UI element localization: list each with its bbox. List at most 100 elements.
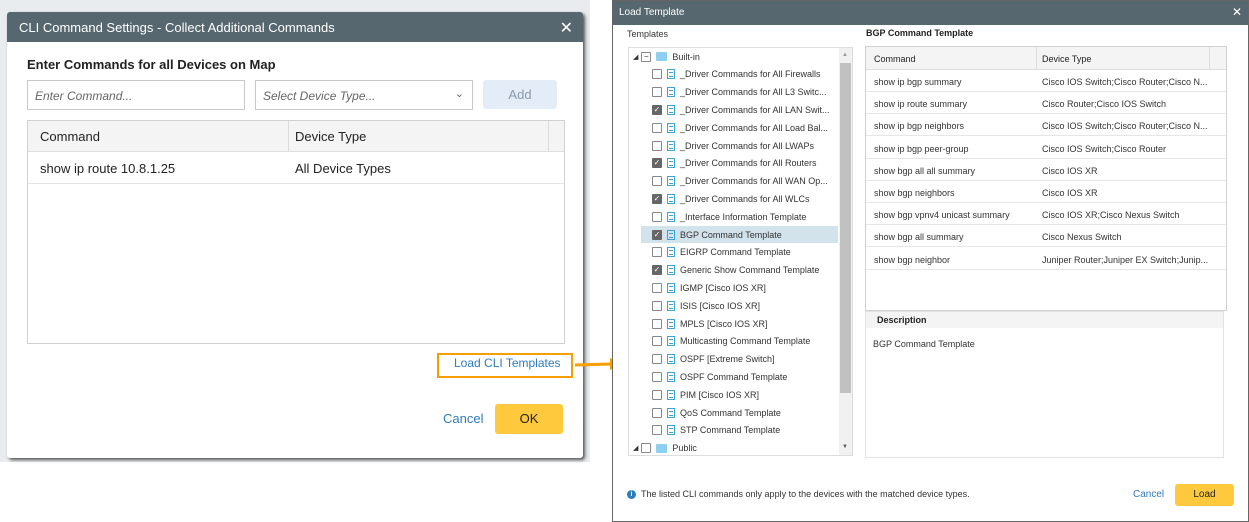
column-header-device-type[interactable]: Device Type (295, 129, 366, 144)
tree-folder-label: Built-in (672, 51, 700, 62)
checkbox[interactable] (652, 140, 662, 151)
tree-item-label: STP Command Template (680, 425, 781, 436)
checkbox[interactable]: ✓ (652, 158, 662, 169)
table-row[interactable]: show bgp neighbor Juniper Router;Juniper … (866, 248, 1226, 270)
tree-item[interactable]: ISIS [Cisco IOS XR] (652, 297, 760, 314)
device-type-cell: Cisco IOS XR (1042, 165, 1098, 176)
commands-table: Command Device Type show ip route 10.8.1… (27, 120, 565, 344)
checkbox[interactable]: ✓ (652, 104, 662, 115)
table-row[interactable]: show ip bgp peer-group Cisco IOS Switch;C… (866, 137, 1226, 159)
load-button[interactable]: Load (1175, 484, 1234, 506)
cancel-button[interactable]: Cancel (1133, 489, 1164, 500)
tree-item[interactable]: ✓ _Driver Commands for All WLCs (652, 190, 810, 207)
checkbox[interactable] (652, 354, 662, 365)
table-row[interactable]: show bgp vpnv4 unicast summary Cisco IOS … (866, 203, 1226, 226)
tree-item[interactable]: OSPF Command Template (652, 368, 787, 385)
template-icon (667, 158, 675, 169)
tree-item-label: OSPF [Extreme Switch] (680, 354, 775, 365)
command-input[interactable]: Enter Command... (27, 80, 245, 110)
template-icon (667, 87, 675, 98)
tree-item[interactable]: ✓ BGP Command Template (641, 226, 838, 243)
dialog-title: CLI Command Settings - Collect Additiona… (19, 20, 335, 35)
checkbox[interactable] (641, 443, 652, 454)
checkbox[interactable] (652, 69, 662, 80)
table-row[interactable]: show bgp neighbors Cisco IOS XR (866, 181, 1226, 203)
tree-item[interactable]: ✓ _Driver Commands for All LAN Swit... (652, 101, 830, 118)
device-type-cell: Cisco Nexus Switch (1042, 232, 1122, 243)
checkbox[interactable] (652, 87, 662, 98)
close-icon[interactable]: ✕ (560, 18, 573, 38)
cancel-button[interactable]: Cancel (443, 411, 483, 426)
tree-folder-public[interactable]: ◢ Public (633, 440, 697, 457)
tree-item[interactable]: ✓ Generic Show Command Template (652, 262, 819, 279)
template-icon (667, 69, 675, 80)
checkbox[interactable] (652, 176, 662, 187)
templates-label: Templates (627, 29, 669, 39)
checkbox[interactable] (652, 318, 662, 329)
tree-item[interactable]: _Driver Commands for All Load Bal... (652, 119, 828, 136)
tree-item[interactable]: PIM [Cisco IOS XR] (652, 386, 759, 403)
tree-item[interactable]: ✓ _Driver Commands for All Routers (652, 155, 817, 172)
checkbox[interactable] (652, 336, 662, 347)
add-button[interactable]: Add (483, 80, 557, 109)
checkbox[interactable] (652, 247, 662, 258)
template-icon (667, 122, 675, 133)
device-type-cell: Cisco IOS XR;Cisco Nexus Switch (1042, 210, 1180, 221)
tree-item[interactable]: _Driver Commands for All L3 Switc... (652, 84, 827, 101)
tree-item-label: _Driver Commands for All Firewalls (680, 69, 821, 80)
checkbox[interactable] (652, 211, 662, 222)
tree-item[interactable]: _Driver Commands for All WAN Op... (652, 173, 828, 190)
tree-item-label: _Driver Commands for All LAN Swit... (680, 104, 830, 115)
load-cli-templates-link[interactable]: Load CLI Templates (454, 356, 561, 370)
partial-checkbox[interactable]: − (641, 51, 652, 62)
tree-item[interactable]: OSPF [Extreme Switch] (652, 351, 775, 368)
checkbox[interactable]: ✓ (652, 193, 662, 204)
device-type-placeholder: Select Device Type... (263, 89, 376, 103)
device-type-cell: Cisco IOS Switch;Cisco Router;Cisco N... (1042, 77, 1208, 87)
info-text: The listed CLI commands only apply to th… (641, 489, 970, 499)
tree-item[interactable]: IGMP [Cisco IOS XR] (652, 279, 766, 296)
tree-item[interactable]: Multicasting Command Template (652, 333, 810, 350)
checkbox[interactable] (652, 300, 662, 311)
tree-item[interactable]: QoS Command Template (652, 404, 781, 421)
checkbox[interactable] (652, 407, 662, 418)
table-row[interactable]: show ip bgp summary Cisco IOS Switch;Cisc… (866, 70, 1226, 92)
scrollbar-thumb[interactable] (840, 63, 851, 393)
column-header-command[interactable]: Command (874, 54, 916, 64)
column-header-command[interactable]: Command (40, 129, 100, 144)
scroll-up-icon[interactable]: ▲ (842, 52, 848, 58)
table-row[interactable]: show bgp all summary Cisco Nexus Switch (866, 225, 1226, 248)
checkbox[interactable] (652, 122, 662, 133)
command-cell: show ip bgp peer-group (874, 143, 969, 154)
tree-item[interactable]: _Driver Commands for All LWAPs (652, 137, 814, 154)
expand-triangle-icon[interactable]: ◢ (633, 53, 638, 61)
table-row[interactable]: show ip bgp neighbors Cisco IOS Switch;Ci… (866, 114, 1226, 137)
expand-triangle-icon[interactable]: ◢ (633, 444, 638, 452)
tree-item[interactable]: _Driver Commands for All Firewalls (652, 66, 821, 83)
column-header-device-type[interactable]: Device Type (1042, 54, 1091, 64)
command-cell: show bgp vpnv4 unicast summary (874, 210, 1010, 221)
table-row[interactable]: show ip route summary Cisco Router;Cisco … (866, 92, 1226, 115)
command-cell: show bgp neighbor (874, 254, 951, 265)
checkbox[interactable] (652, 282, 662, 293)
checkbox[interactable] (652, 389, 662, 400)
close-icon[interactable]: ✕ (1232, 5, 1242, 19)
tree-item-label: EIGRP Command Template (680, 247, 791, 258)
tree-folder-builtin[interactable]: ◢ − Built-in (633, 48, 700, 65)
scroll-down-icon[interactable]: ▼ (842, 444, 848, 450)
checkbox[interactable] (652, 425, 662, 436)
checkbox[interactable]: ✓ (652, 229, 662, 240)
table-row[interactable]: show ip route 10.8.1.25 All Device Types (28, 152, 564, 184)
tree-item[interactable]: _Interface Information Template (652, 208, 806, 225)
ok-button[interactable]: OK (495, 404, 563, 434)
checkbox[interactable] (652, 371, 662, 382)
tree-item[interactable]: EIGRP Command Template (652, 244, 791, 261)
tree-item[interactable]: STP Command Template (652, 422, 780, 439)
tree-item-label: PIM [Cisco IOS XR] (680, 389, 760, 400)
tree-item-label: IGMP [Cisco IOS XR] (680, 282, 766, 293)
table-row[interactable]: show bgp all all summary Cisco IOS XR (866, 159, 1226, 181)
scrollbar[interactable]: ▲ ▼ (839, 48, 852, 455)
device-type-select[interactable]: Select Device Type... ⌄ (255, 80, 473, 110)
checkbox[interactable]: ✓ (652, 265, 662, 276)
tree-item[interactable]: MPLS [Cisco IOS XR] (652, 315, 768, 332)
